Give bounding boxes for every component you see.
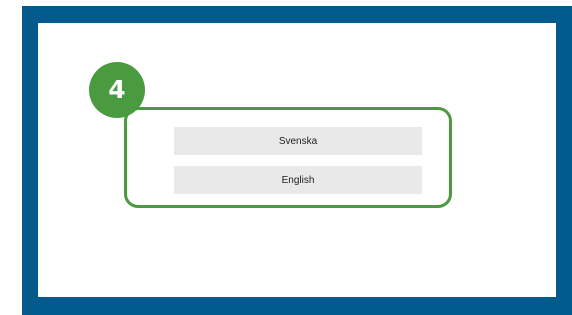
language-button-svenska[interactable]: Svenska <box>174 127 422 155</box>
language-button-english[interactable]: English <box>174 166 422 194</box>
